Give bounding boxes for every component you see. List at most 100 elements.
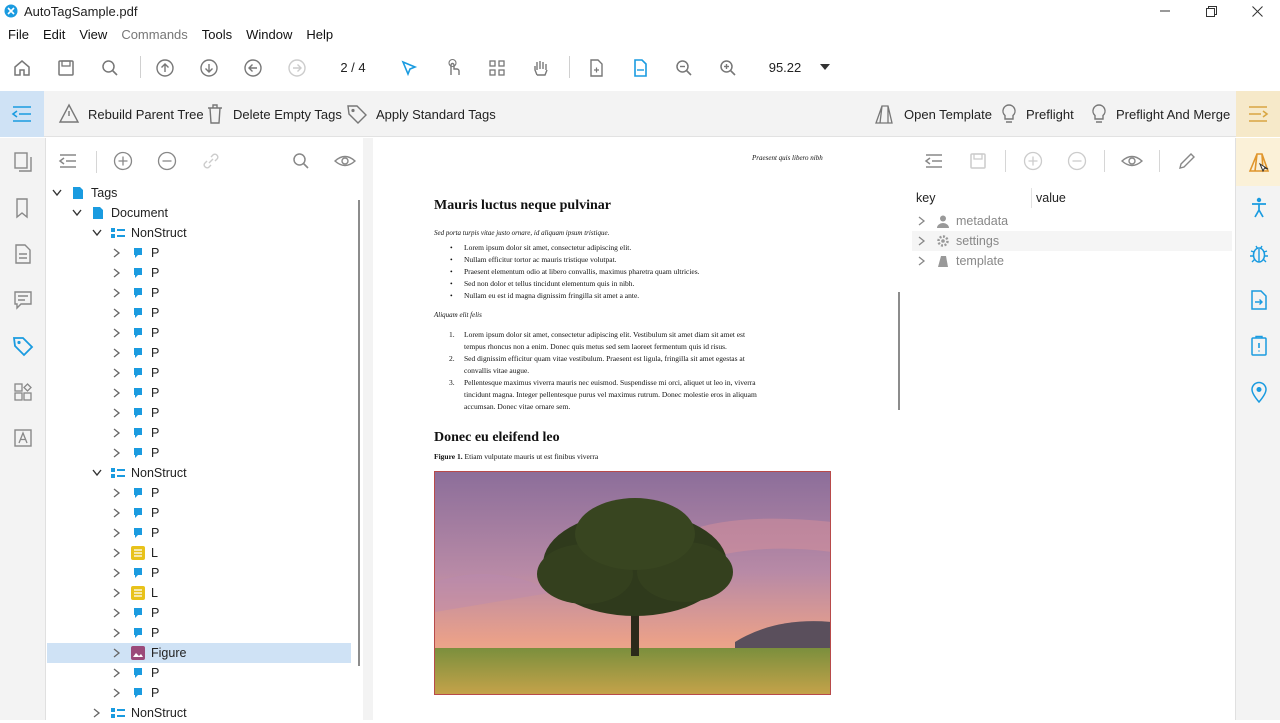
document-scrollbar[interactable]: [898, 292, 900, 410]
chevron-right-icon[interactable]: [113, 668, 121, 678]
first-page-icon[interactable]: [153, 56, 177, 80]
chevron-right-icon[interactable]: [113, 508, 121, 518]
menu-view[interactable]: View: [79, 27, 107, 42]
chevron-down-icon[interactable]: [52, 189, 62, 197]
chevron-down-icon[interactable]: [72, 209, 82, 217]
chevron-right-icon[interactable]: [113, 288, 121, 298]
content-icon[interactable]: [11, 380, 35, 404]
delete-empty-tags-button[interactable]: Delete Empty Tags: [205, 91, 342, 137]
back-icon[interactable]: [241, 56, 265, 80]
tree-node-l[interactable]: L: [47, 583, 351, 603]
chevron-down-icon[interactable]: [92, 469, 102, 477]
pages-icon[interactable]: [11, 150, 35, 174]
property-row-metadata[interactable]: metadata: [912, 211, 1232, 231]
tree-node-p[interactable]: P: [47, 343, 351, 363]
checklist-icon[interactable]: [1247, 334, 1271, 358]
menu-edit[interactable]: Edit: [43, 27, 65, 42]
chevron-right-icon[interactable]: [113, 488, 121, 498]
chevron-right-icon[interactable]: [113, 408, 121, 418]
tree-node-p[interactable]: P: [47, 303, 351, 323]
tree-node-p[interactable]: P: [47, 423, 351, 443]
tree-node-p[interactable]: P: [47, 523, 351, 543]
tree-node-p[interactable]: P: [47, 323, 351, 343]
highlight-content-icon[interactable]: [333, 149, 357, 173]
chevron-right-icon[interactable]: [113, 688, 121, 698]
preflight-button[interactable]: Preflight: [1000, 91, 1074, 137]
tree-node-p[interactable]: P: [47, 663, 351, 683]
tree-node-p[interactable]: P: [47, 683, 351, 703]
tree-node-document[interactable]: Document: [47, 203, 351, 223]
menu-tools[interactable]: Tools: [202, 27, 232, 42]
tree-node-p[interactable]: P: [47, 443, 351, 463]
chevron-right-icon[interactable]: [113, 428, 121, 438]
tree-node-p[interactable]: P: [47, 563, 351, 583]
fit-page-icon[interactable]: [584, 56, 608, 80]
chevron-right-icon[interactable]: [113, 368, 121, 378]
zoom-select[interactable]: 95.22: [756, 56, 838, 78]
chevron-right-icon[interactable]: [113, 548, 121, 558]
property-row-template[interactable]: template: [912, 251, 1232, 271]
chevron-right-icon[interactable]: [93, 708, 101, 718]
fit-width-icon[interactable]: [628, 56, 652, 80]
add-tag-icon[interactable]: [111, 149, 135, 173]
chevron-right-icon[interactable]: [113, 648, 121, 658]
tree-node-p[interactable]: P: [47, 403, 351, 423]
remove-tag-icon[interactable]: [155, 149, 179, 173]
tree-node-p[interactable]: P: [47, 263, 351, 283]
tree-node-p[interactable]: P: [47, 503, 351, 523]
tree-node-nonstruct[interactable]: NonStruct: [47, 223, 351, 243]
tags-icon[interactable]: [11, 334, 35, 358]
chevron-down-icon[interactable]: [92, 229, 102, 237]
close-window-button[interactable]: [1234, 0, 1280, 22]
select-cursor-icon[interactable]: [397, 56, 421, 80]
grid-select-icon[interactable]: [485, 56, 509, 80]
bookmarks-icon[interactable]: [11, 196, 35, 220]
collapse-all-icon[interactable]: [922, 149, 946, 173]
chevron-right-icon[interactable]: [113, 568, 121, 578]
menu-file[interactable]: File: [8, 27, 29, 42]
chevron-right-icon[interactable]: [113, 328, 121, 338]
page-number-field[interactable]: 2 / 4: [326, 57, 380, 77]
debug-bug-icon[interactable]: [1247, 242, 1271, 266]
tree-node-figure[interactable]: Figure: [47, 643, 351, 663]
menu-window[interactable]: Window: [246, 27, 292, 42]
edit-pencil-icon[interactable]: [1175, 149, 1199, 173]
zoom-out-icon[interactable]: [672, 56, 696, 80]
minimize-button[interactable]: [1142, 0, 1188, 22]
tree-node-tags[interactable]: Tags: [47, 183, 351, 203]
fields-icon[interactable]: [11, 426, 35, 450]
touch-select-icon[interactable]: [441, 56, 465, 80]
tree-node-p[interactable]: P: [47, 243, 351, 263]
collapse-all-icon[interactable]: [56, 149, 80, 173]
chevron-right-icon[interactable]: [113, 448, 121, 458]
chevron-right-icon[interactable]: [113, 628, 121, 638]
chevron-right-icon[interactable]: [113, 588, 121, 598]
property-row-settings[interactable]: settings: [912, 231, 1232, 251]
next-page-icon[interactable]: [197, 56, 221, 80]
chevron-right-icon[interactable]: [113, 528, 121, 538]
collapse-left-panel-button[interactable]: [0, 91, 44, 137]
zoom-in-icon[interactable]: [716, 56, 740, 80]
chevron-right-icon[interactable]: [113, 608, 121, 618]
tree-node-p[interactable]: P: [47, 603, 351, 623]
document-icon[interactable]: [11, 242, 35, 266]
collapse-right-panel-button[interactable]: [1236, 91, 1280, 137]
chevron-right-icon[interactable]: [113, 388, 121, 398]
apply-standard-tags-button[interactable]: Apply Standard Tags: [346, 91, 496, 137]
preflight-and-merge-button[interactable]: Preflight And Merge: [1090, 91, 1230, 137]
tree-node-l[interactable]: L: [47, 543, 351, 563]
chevron-right-icon[interactable]: [113, 248, 121, 258]
search-icon[interactable]: [98, 56, 122, 80]
chevron-right-icon[interactable]: [113, 348, 121, 358]
tree-node-p[interactable]: P: [47, 623, 351, 643]
tree-node-p[interactable]: P: [47, 383, 351, 403]
location-pin-icon[interactable]: [1247, 380, 1271, 404]
find-tag-icon[interactable]: [289, 149, 313, 173]
tree-node-p[interactable]: P: [47, 363, 351, 383]
view-icon[interactable]: [1120, 149, 1144, 173]
figure-image[interactable]: [434, 471, 831, 695]
tree-node-p[interactable]: P: [47, 483, 351, 503]
hand-tool-icon[interactable]: [529, 56, 553, 80]
chevron-right-icon[interactable]: [113, 308, 121, 318]
rebuild-parent-tree-button[interactable]: Rebuild Parent Tree: [58, 91, 204, 137]
